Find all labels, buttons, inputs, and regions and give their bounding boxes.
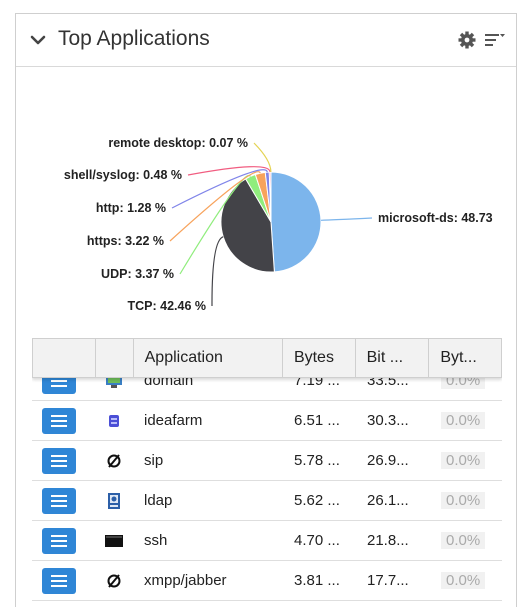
widget-header: Top Applications [16, 14, 516, 67]
percent-value: 0.0% [441, 532, 485, 549]
header-bytes-percent[interactable]: Byt... [429, 339, 501, 377]
application-name: xmpp/jabber [133, 572, 283, 589]
bytes-value: 5.78 ... [283, 452, 356, 469]
row-menu-button[interactable] [42, 528, 76, 554]
row-menu-button[interactable] [42, 488, 76, 514]
header-bytes[interactable]: Bytes [283, 339, 356, 377]
application-name: sip [133, 452, 283, 469]
null-icon [95, 573, 133, 589]
percent-value: 0.0% [441, 452, 485, 469]
pie-label: https: 3.22 % [87, 234, 164, 248]
header-bitrate[interactable]: Bit ... [356, 339, 430, 377]
table-row: xmpp/jabber 3.81 ... 17.7... 0.0% [32, 561, 502, 601]
header-icon [96, 339, 134, 377]
table-row: ssh 4.70 ... 21.8... 0.0% [32, 521, 502, 561]
ideafarm-icon [95, 413, 133, 429]
bytes-value: 3.81 ... [283, 572, 356, 589]
bytes-value: 6.51 ... [283, 412, 356, 429]
percent-value: 0.0% [441, 412, 485, 429]
gear-icon[interactable] [457, 30, 477, 50]
bitrate-value: 21.8... [356, 532, 430, 549]
pie-label: shell/syslog: 0.48 % [64, 168, 182, 182]
pie-label: TCP: 42.46 % [127, 299, 206, 313]
percent-value: 0.0% [441, 572, 485, 589]
table-body: domain 7.19 ... 33.5... 0.0% ideafarm 6.… [32, 361, 502, 601]
bytes-value: 5.62 ... [283, 492, 356, 509]
pie-chart: microsoft-ds: 48.73 TCP: 42.46 % UDP: 3.37… [16, 67, 516, 337]
pie-connector [321, 218, 372, 220]
menu-icon[interactable] [485, 32, 505, 48]
list-icon [51, 580, 67, 582]
row-menu-button[interactable] [42, 448, 76, 474]
pie-label: http: 1.28 % [96, 201, 166, 215]
header-application[interactable]: Application [134, 339, 283, 377]
bitrate-value: 26.9... [356, 452, 430, 469]
ldap-icon [95, 492, 133, 510]
list-icon [51, 380, 67, 382]
list-icon [51, 500, 67, 502]
application-name: ldap [133, 492, 283, 509]
bitrate-value: 17.7... [356, 572, 430, 589]
row-menu-button[interactable] [42, 408, 76, 434]
list-icon [51, 420, 67, 422]
pie-connector [212, 237, 223, 306]
table-row: sip 5.78 ... 26.9... 0.0% [32, 441, 502, 481]
application-name: ssh [133, 532, 283, 549]
terminal-icon [95, 534, 133, 548]
table-header: Application Bytes Bit ... Byt... [32, 338, 502, 378]
bytes-value: 4.70 ... [283, 532, 356, 549]
application-name: ideafarm [133, 412, 283, 429]
null-icon [95, 453, 133, 469]
table-row: ldap 5.62 ... 26.1... 0.0% [32, 481, 502, 521]
top-applications-widget: Top Applications microsoft-ds: 48.73 TCP:… [15, 13, 517, 607]
pie-label: microsoft-ds: 48.73 [378, 211, 493, 225]
percent-value: 0.0% [441, 492, 485, 509]
bitrate-value: 26.1... [356, 492, 430, 509]
list-icon [51, 460, 67, 462]
table-row: ideafarm 6.51 ... 30.3... 0.0% [32, 401, 502, 441]
pie-slice-microsoft-ds[interactable] [271, 172, 321, 272]
widget-title: Top Applications [58, 27, 210, 51]
bitrate-value: 30.3... [356, 412, 430, 429]
header-actions [33, 339, 96, 377]
pie-label: remote desktop: 0.07 % [108, 136, 248, 150]
pie-label: UDP: 3.37 % [101, 267, 174, 281]
applications-table: Application Bytes Bit ... Byt... domain … [32, 338, 502, 607]
list-icon [51, 540, 67, 542]
row-menu-button[interactable] [42, 568, 76, 594]
chevron-down-icon[interactable] [30, 32, 46, 48]
